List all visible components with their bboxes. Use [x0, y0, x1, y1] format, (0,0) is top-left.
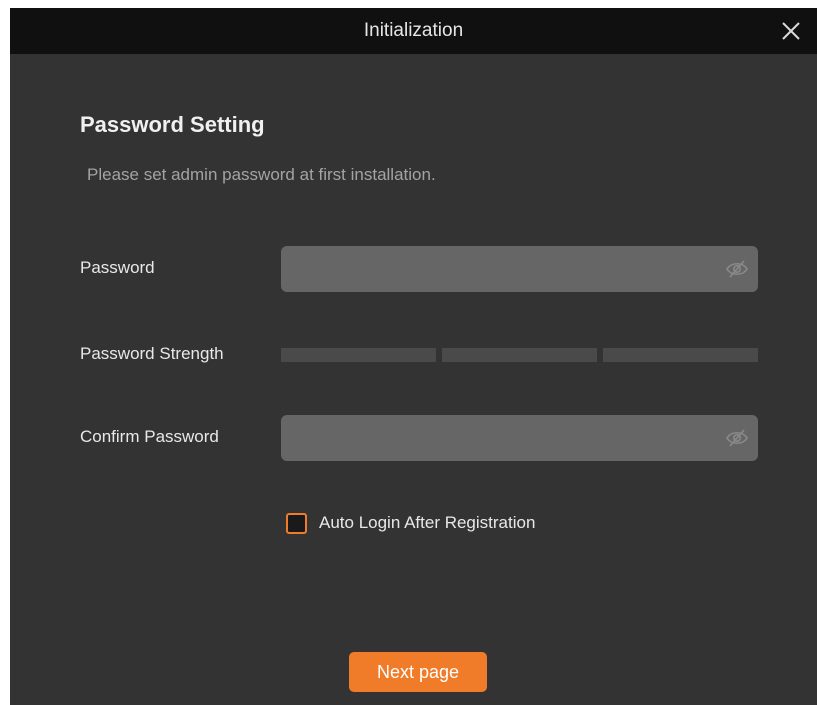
close-icon: [782, 22, 800, 40]
password-strength-meter: [281, 348, 758, 362]
section-title: Password Setting: [80, 112, 265, 137]
confirm-password-input[interactable]: [281, 415, 725, 461]
strength-segment-weak: [281, 348, 436, 362]
eye-slash-icon[interactable]: [726, 259, 748, 279]
next-page-button[interactable]: Next page: [349, 652, 487, 692]
password-field: [281, 246, 758, 292]
auto-login-label[interactable]: Auto Login After Registration: [319, 513, 535, 533]
password-label: Password: [80, 258, 155, 277]
strength-segment-medium: [442, 348, 597, 362]
auto-login-checkbox[interactable]: [286, 513, 307, 534]
password-strength-label: Password Strength: [80, 344, 224, 363]
confirm-password-label: Confirm Password: [80, 427, 219, 446]
strength-segment-strong: [603, 348, 758, 362]
confirm-password-field: [281, 415, 758, 461]
section-description: Please set admin password at first insta…: [87, 165, 436, 184]
eye-slash-icon[interactable]: [726, 428, 748, 448]
title-bar: Initialization: [10, 8, 817, 54]
initialization-dialog: Initialization Password Setting Please s…: [10, 8, 817, 705]
window-title: Initialization: [363, 20, 464, 41]
close-button[interactable]: [777, 17, 805, 45]
password-input[interactable]: [281, 246, 725, 292]
